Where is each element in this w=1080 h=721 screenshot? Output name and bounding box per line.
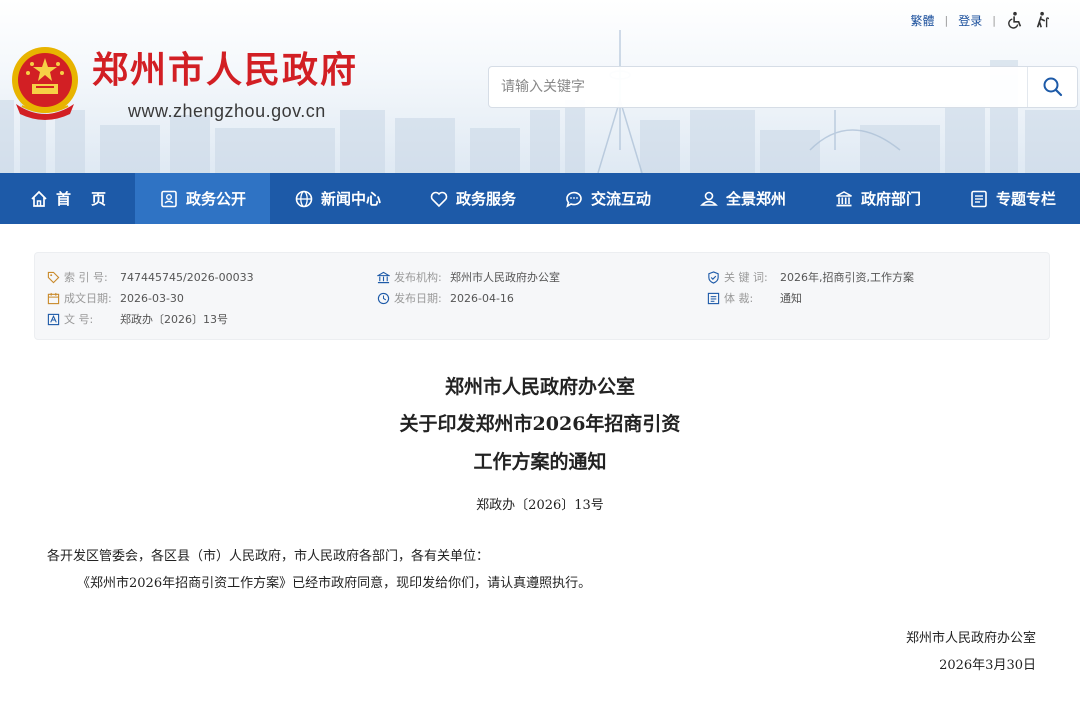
main-navigation: 首页 政务公开 新闻中心 政务服务 交流互动 全景郑州 政府部门 专题专栏 xyxy=(0,173,1080,224)
publisher-label: 发布机构: xyxy=(394,271,442,284)
article-title-line-1: 郑州市人民政府办公室 xyxy=(444,376,635,398)
list-icon xyxy=(971,190,987,207)
document-letter-icon xyxy=(47,313,60,325)
nav-item-government-services[interactable]: 政务服务 xyxy=(405,173,540,224)
nav-item-government-departments[interactable]: 政府部门 xyxy=(810,173,945,224)
keywords-value: 2026年,招商引资,工作方案 xyxy=(780,271,914,284)
article-title-line-2: 关于印发郑州市2026年招商引资 xyxy=(399,413,681,435)
document-number-value: 郑政办〔2026〕13号 xyxy=(120,313,228,326)
created-date-row: 成文日期: 2026-03-30 xyxy=(47,290,184,306)
shield-check-icon xyxy=(708,270,719,284)
login-link[interactable]: 登录 xyxy=(958,12,982,29)
nav-label: 政务服务 xyxy=(455,190,516,208)
building-icon xyxy=(836,190,852,206)
search-button[interactable] xyxy=(1027,67,1077,107)
calendar-icon xyxy=(47,292,60,304)
nav-label: 新闻中心 xyxy=(320,190,381,208)
site-title: 郑州市人民政府 xyxy=(92,49,359,91)
genre-label: 体 裁: xyxy=(724,292,754,305)
nav-label: 专题专栏 xyxy=(995,190,1056,208)
heart-icon xyxy=(430,191,448,207)
keywords-row: 关 键 词: 2026年,招商引资,工作方案 xyxy=(707,269,914,285)
document-number-row: 文 号: 郑政办〔2026〕13号 xyxy=(47,311,228,327)
traditional-chinese-link[interactable]: 繁體 xyxy=(911,12,935,29)
nav-item-interaction[interactable]: 交流互动 xyxy=(540,173,675,224)
nav-label: 全景郑州 xyxy=(725,190,786,208)
national-emblem-logo xyxy=(12,47,78,120)
institution-icon xyxy=(377,271,390,283)
nav-label: 政府部门 xyxy=(860,190,921,208)
site-header: 繁體 | 登录 | 郑州市人民政府 www.zhengzhou.gov.cn xyxy=(0,0,1080,173)
document-metadata-panel: 索 引 号: 747445745/2026-00033 成文日期: 2026-0… xyxy=(34,252,1050,340)
genre-row: 体 裁: 通知 xyxy=(707,290,802,306)
index-number-label: 索 引 号: xyxy=(64,271,108,284)
wheelchair-accessibility-icon[interactable] xyxy=(1006,11,1024,29)
separator: | xyxy=(992,13,996,27)
article-recipients: 各开发区管委会，各区县（市）人民政府，市人民政府各部门，各有关单位： xyxy=(47,549,490,564)
article-document-number: 郑政办〔2026〕13号 xyxy=(476,498,604,513)
nav-label: 首页 xyxy=(55,190,126,208)
nav-item-government-affairs-disclosure[interactable]: 政务公开 xyxy=(135,173,270,224)
site-url: www.zhengzhou.gov.cn xyxy=(128,101,326,121)
list-document-icon xyxy=(707,292,720,304)
separator: | xyxy=(944,13,949,27)
nav-item-panorama-zhengzhou[interactable]: 全景郑州 xyxy=(675,173,810,224)
id-card-icon xyxy=(161,190,177,207)
nav-label: 政务公开 xyxy=(185,190,246,208)
search-icon xyxy=(1043,77,1062,97)
article-date: 2026年3月30日 xyxy=(939,658,1036,673)
created-date-value: 2026-03-30 xyxy=(120,291,184,305)
search-box xyxy=(488,66,1078,108)
publisher-value: 郑州市人民政府办公室 xyxy=(450,271,560,284)
index-number-value: 747445745/2026-00033 xyxy=(120,270,254,284)
index-number-row: 索 引 号: 747445745/2026-00033 xyxy=(47,269,254,285)
elderly-mode-icon[interactable] xyxy=(1034,11,1052,29)
article-signature: 郑州市人民政府办公室 xyxy=(905,631,1036,646)
genre-value: 通知 xyxy=(780,292,802,305)
keywords-label: 关 键 词: xyxy=(724,271,768,284)
tag-icon xyxy=(47,271,60,283)
nav-item-news-center[interactable]: 新闻中心 xyxy=(270,173,405,224)
document-number-label: 文 号: xyxy=(64,313,94,326)
published-date-label: 发布日期: xyxy=(394,292,442,305)
nav-item-home[interactable]: 首页 xyxy=(0,173,135,224)
top-utility-links: 繁體 | 登录 | xyxy=(911,10,1052,30)
created-date-label: 成文日期: xyxy=(64,292,112,305)
clock-icon xyxy=(377,292,390,304)
home-icon xyxy=(31,190,47,207)
published-date-row: 发布日期: 2026-04-16 xyxy=(377,290,514,306)
globe-icon xyxy=(295,190,313,207)
nav-label: 交流互动 xyxy=(590,190,651,208)
publisher-row: 发布机构: 郑州市人民政府办公室 xyxy=(377,269,560,285)
published-date-value: 2026-04-16 xyxy=(450,291,514,305)
nav-item-special-topics[interactable]: 专题专栏 xyxy=(945,173,1080,224)
article-title-line-3: 工作方案的通知 xyxy=(473,451,607,473)
panorama-icon xyxy=(700,191,718,206)
search-input[interactable] xyxy=(489,67,1027,107)
article-body-paragraph: 《郑州市2026年招商引资工作方案》已经市政府同意，现印发给你们，请认真遵照执行… xyxy=(77,576,592,591)
chat-icon xyxy=(566,191,582,208)
